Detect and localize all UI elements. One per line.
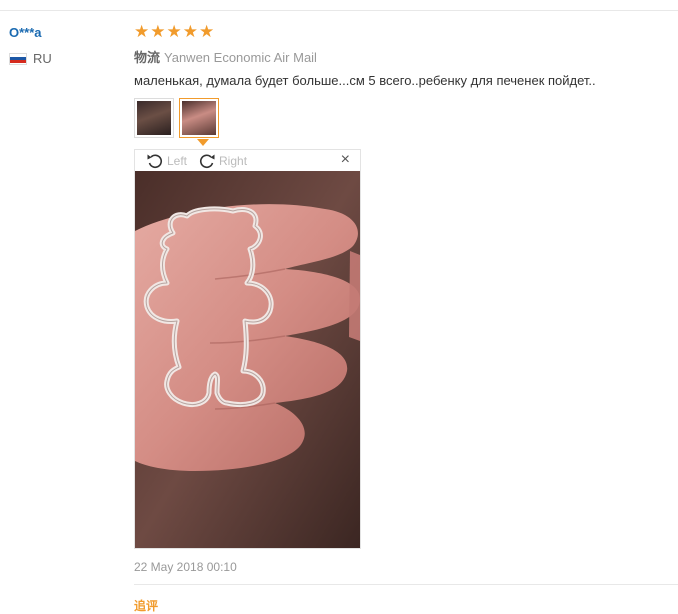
photo-thumbnail-2[interactable] bbox=[179, 98, 219, 138]
close-viewer-button[interactable]: × bbox=[341, 152, 350, 168]
review-item: O***a RU ★ ★ ★ ★ ★ 物流 Yanwen Economic Air Mai… bbox=[0, 0, 678, 614]
russia-flag-icon bbox=[9, 52, 27, 65]
rotate-right-icon bbox=[199, 154, 215, 168]
review-photo bbox=[135, 171, 360, 548]
active-thumbnail-caret-icon bbox=[197, 139, 209, 146]
photo-viewer: Left Right × bbox=[134, 149, 361, 549]
star-icon: ★ bbox=[182, 22, 198, 41]
rotate-left-label: Left bbox=[167, 153, 188, 168]
review-text: маленькая, думала будет больше...см 5 вс… bbox=[134, 73, 596, 88]
photo-thumbnail-1[interactable] bbox=[134, 98, 174, 138]
bottom-divider bbox=[134, 584, 678, 585]
followup-review-link[interactable]: 追评 bbox=[134, 597, 158, 614]
rotate-left-icon bbox=[147, 154, 163, 168]
star-icon: ★ bbox=[199, 22, 215, 41]
photo-hand-cookie-cutter bbox=[135, 171, 360, 548]
reviewer-country: RU bbox=[9, 51, 52, 66]
review-date: 22 May 2018 00:10 bbox=[134, 560, 237, 574]
star-rating: ★ ★ ★ ★ ★ bbox=[134, 23, 214, 41]
star-icon: ★ bbox=[134, 22, 150, 41]
rotate-right-button[interactable]: Right bbox=[197, 151, 247, 171]
star-icon: ★ bbox=[150, 22, 166, 41]
rotate-left-button[interactable]: Left bbox=[145, 151, 187, 171]
shipping-method: Yanwen Economic Air Mail bbox=[164, 50, 317, 65]
reviewer-name[interactable]: O***a bbox=[9, 25, 42, 40]
star-icon: ★ bbox=[166, 22, 182, 41]
shipping-info: 物流 Yanwen Economic Air Mail bbox=[134, 47, 317, 66]
top-divider bbox=[0, 10, 678, 11]
country-code: RU bbox=[33, 51, 52, 66]
viewer-toolbar: Left Right × bbox=[135, 150, 360, 171]
photo-thumbnails bbox=[134, 98, 219, 138]
shipping-label: 物流 bbox=[134, 50, 161, 65]
rotate-right-label: Right bbox=[219, 153, 248, 168]
